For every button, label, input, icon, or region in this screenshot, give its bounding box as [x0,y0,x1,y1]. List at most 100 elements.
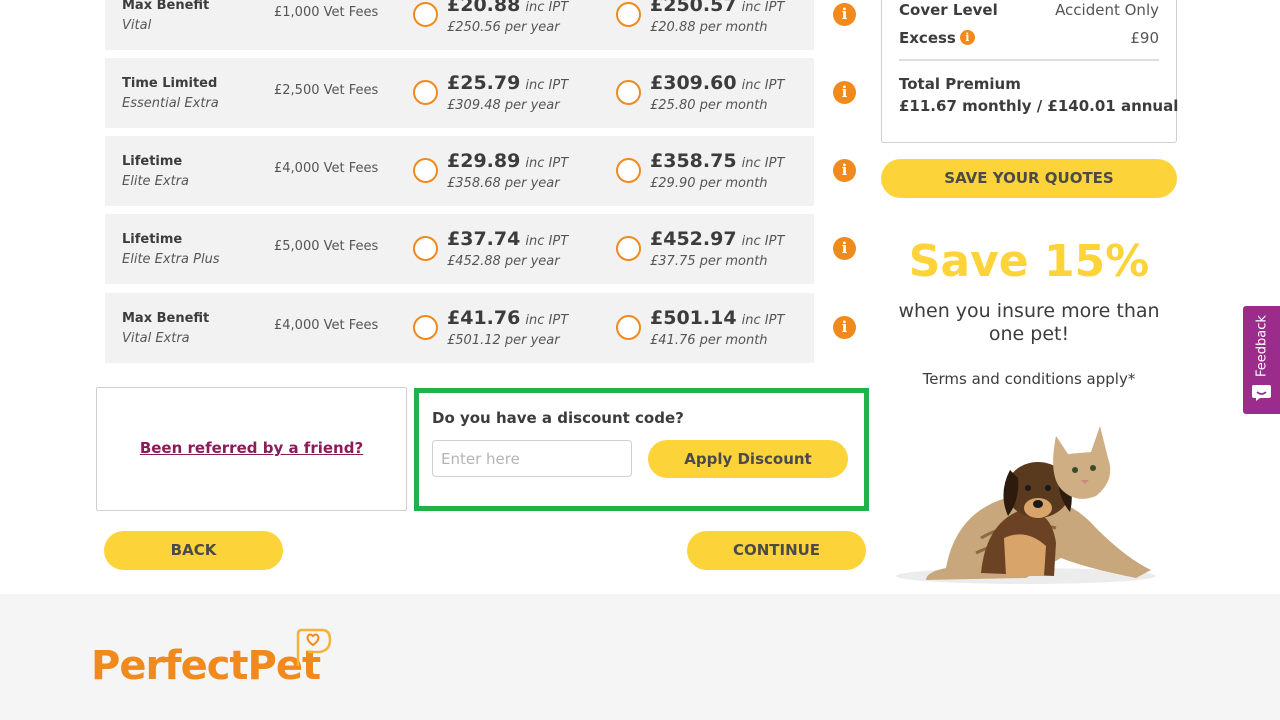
plan-type: Max Benefit [122,0,210,13]
info-icon[interactable]: i [833,159,856,182]
quote-row: Time Limited Essential Extra £2,500 Vet … [105,58,814,128]
back-button[interactable]: BACK [104,531,283,570]
feedback-tab[interactable]: Feedback [1243,306,1280,414]
excess-row: Excess i £90 [899,29,1159,47]
annual-price-block: £501.14 inc IPT £41.76 per month [650,307,784,349]
quote-row: Max Benefit Vital Extra £4,000 Vet Fees … [105,293,814,363]
monthly-equivalent: £41.76 per month [650,333,768,348]
plan-name: Elite Extra Plus [122,252,220,267]
vet-fees: £1,000 Vet Fees [274,5,379,20]
discount-code-input[interactable] [432,440,632,477]
monthly-equivalent: £29.90 per month [650,176,768,191]
vet-fees: £5,000 Vet Fees [274,239,379,254]
plan-type: Time Limited [122,76,218,91]
footer: PerfectPet [0,594,1280,720]
ipt-note: inc IPT [741,313,785,328]
annual-price-block: £309.60 inc IPT £25.80 per month [650,72,784,114]
feedback-label: Feedback [1254,315,1269,377]
annual-radio[interactable] [616,315,641,340]
referred-by-friend-link[interactable]: Been referred by a friend? [97,439,406,457]
monthly-radio[interactable] [413,158,438,183]
annual-price-block: £250.57 inc IPT £20.88 per month [650,0,784,36]
total-premium-label: Total Premium [899,75,1021,93]
plan-name: Vital Extra [122,331,190,346]
yearly-equivalent: £452.88 per year [447,254,560,269]
plan-info: Lifetime Elite Extra Plus [122,230,220,270]
info-icon[interactable]: i [833,81,856,104]
quote-summary: Cover Level Accident Only Excess i £90 To… [881,0,1179,143]
quote-row: Lifetime Elite Extra £4,000 Vet Fees £29… [105,136,814,206]
total-premium-value: £11.67 monthly / £140.01 annual [899,97,1179,115]
monthly-price: £37.74 [447,228,521,250]
promo-text: when you insure more than one pet! [898,300,1160,345]
discount-code-label: Do you have a discount code? [432,409,684,427]
annual-price: £309.60 [650,72,737,94]
yearly-equivalent: £501.12 per year [447,333,560,348]
monthly-radio[interactable] [413,236,438,261]
referral-panel: Been referred by a friend? [96,387,407,511]
vet-fees: £4,000 Vet Fees [274,161,379,176]
ipt-note: inc IPT [741,234,785,249]
info-icon[interactable]: i [833,3,856,26]
save-quotes-button[interactable]: SAVE YOUR QUOTES [881,159,1177,198]
info-icon[interactable]: i [959,30,975,45]
monthly-radio[interactable] [413,80,438,105]
yearly-equivalent: £358.68 per year [447,176,560,191]
annual-price-block: £358.75 inc IPT £29.90 per month [650,150,784,192]
monthly-price-block: £25.79 inc IPT £309.48 per year [447,72,568,114]
monthly-equivalent: £25.80 per month [650,98,768,113]
cover-level-label: Cover Level [899,1,998,19]
monthly-radio[interactable] [413,315,438,340]
yearly-equivalent: £309.48 per year [447,98,560,113]
plan-type: Max Benefit [122,311,210,326]
yearly-equivalent: £250.56 per year [447,20,560,35]
annual-radio[interactable] [616,158,641,183]
divider [899,59,1159,61]
excess-value: £90 [1130,29,1159,47]
ipt-note: inc IPT [525,156,569,171]
annual-radio[interactable] [616,2,641,27]
plan-info: Lifetime Elite Extra [122,152,189,192]
ipt-note: inc IPT [525,78,569,93]
ipt-note: inc IPT [525,234,569,249]
monthly-price-block: £41.76 inc IPT £501.12 per year [447,307,568,349]
monthly-price-block: £37.74 inc IPT £452.88 per year [447,228,568,270]
annual-price: £452.97 [650,228,737,250]
heart-paw-icon [296,628,332,666]
plan-type: Lifetime [122,232,183,247]
plan-type: Lifetime [122,154,183,169]
ipt-note: inc IPT [741,0,785,15]
plan-info: Max Benefit Vital [122,0,209,36]
cover-level-row: Cover Level Accident Only [899,1,1159,19]
plan-name: Vital [122,18,152,33]
perfectpet-logo[interactable]: PerfectPet [91,643,321,689]
quote-row: Lifetime Elite Extra Plus £5,000 Vet Fee… [105,214,814,284]
annual-radio[interactable] [616,80,641,105]
monthly-price: £25.79 [447,72,521,94]
chat-bubble-icon [1252,385,1271,401]
monthly-radio[interactable] [413,2,438,27]
ipt-note: inc IPT [525,0,569,15]
vet-fees: £2,500 Vet Fees [274,83,379,98]
monthly-price: £20.88 [447,0,521,16]
info-icon[interactable]: i [833,316,856,339]
monthly-price-block: £20.88 inc IPT £250.56 per year [447,0,568,36]
ipt-note: inc IPT [741,78,785,93]
annual-radio[interactable] [616,236,641,261]
info-icon[interactable]: i [833,237,856,260]
annual-price: £501.14 [650,307,737,329]
monthly-equivalent: £20.88 per month [650,20,768,35]
vet-fees: £4,000 Vet Fees [274,318,379,333]
ipt-note: inc IPT [525,313,569,328]
plan-info: Max Benefit Vital Extra [122,309,209,349]
cover-level-value: Accident Only [1055,1,1159,19]
monthly-price: £29.89 [447,150,521,172]
monthly-price: £41.76 [447,307,521,329]
quote-row: Max Benefit Vital £1,000 Vet Fees £20.88… [105,0,814,50]
excess-label: Excess [899,29,956,47]
monthly-price-block: £29.89 inc IPT £358.68 per year [447,150,568,192]
annual-price: £358.75 [650,150,737,172]
discount-code-panel: Do you have a discount code? Apply Disco… [414,388,869,511]
continue-button[interactable]: CONTINUE [687,531,866,570]
apply-discount-button[interactable]: Apply Discount [648,440,848,478]
